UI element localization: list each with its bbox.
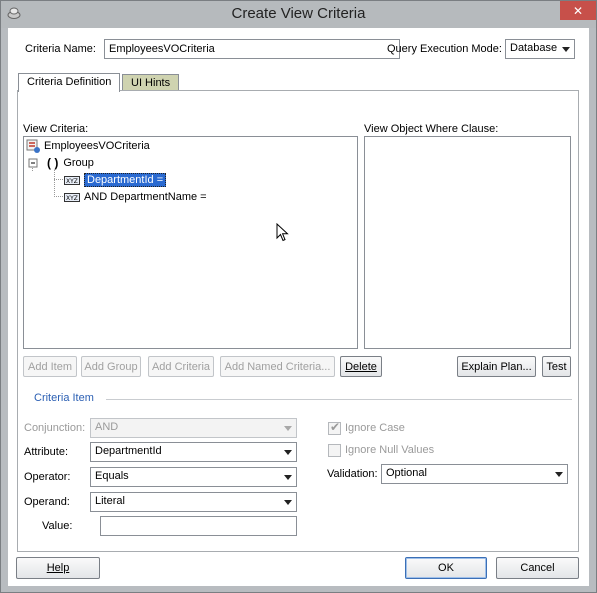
criteria-name-label: Criteria Name: [25, 43, 96, 55]
section-divider [106, 399, 572, 400]
close-button[interactable]: ✕ [560, 1, 596, 20]
add-named-criteria-button[interactable]: Add Named Criteria... [220, 356, 335, 377]
dialog-footer: Help OK Cancel [8, 552, 589, 586]
tree-item-departmentid[interactable]: XYZ DepartmentId = [64, 173, 167, 187]
tree-item-label: AND DepartmentName = [84, 191, 207, 203]
add-item-button[interactable]: Add Item [23, 356, 77, 377]
view-criteria-label: View Criteria: [23, 123, 89, 135]
ignore-null-values-label: Ignore Null Values [345, 444, 435, 456]
add-criteria-button[interactable]: Add Criteria [148, 356, 214, 377]
checkmark-icon: ✔ [330, 420, 341, 434]
operator-select[interactable]: Equals [90, 467, 297, 487]
validation-select[interactable]: Optional [381, 464, 568, 484]
conjunction-value: AND [95, 421, 119, 433]
tab-label: UI Hints [131, 77, 171, 89]
tree-root-label: EmployeesVOCriteria [44, 140, 150, 152]
value-input[interactable] [100, 516, 297, 536]
criteria-item-icon: XYZ [64, 192, 80, 202]
conjunction-select[interactable]: AND [90, 418, 297, 438]
chevron-down-icon [284, 426, 292, 431]
window-title: Create View Criteria [231, 5, 366, 22]
operator-label: Operator: [24, 471, 71, 483]
chevron-down-icon [284, 500, 292, 505]
query-mode-value: Database [510, 42, 558, 54]
query-mode-select[interactable]: Database [505, 39, 575, 59]
dialog-content: Criteria Name: Query Execution Mode: Dat… [8, 28, 589, 586]
tree-item-label: DepartmentId = [84, 173, 167, 187]
ignore-case-label: Ignore Case [345, 422, 405, 434]
validation-label: Validation: [327, 468, 378, 480]
ignore-null-values-checkbox[interactable] [328, 444, 341, 457]
tab-criteria-definition[interactable]: Criteria Definition [18, 73, 121, 92]
delete-button[interactable]: Delete [340, 356, 382, 377]
explain-plan-button[interactable]: Explain Plan... [457, 356, 536, 377]
add-group-button[interactable]: Add Group [81, 356, 141, 377]
mouse-pointer-icon [276, 223, 289, 242]
attribute-label: Attribute: [24, 446, 69, 458]
where-clause-label: View Object Where Clause: [364, 123, 499, 135]
operand-label: Operand: [24, 496, 70, 508]
tree-root[interactable]: EmployeesVOCriteria [26, 139, 150, 153]
where-clause-box[interactable] [364, 136, 571, 349]
help-button[interactable]: Help [16, 557, 100, 579]
conjunction-label: Conjunction: [24, 422, 86, 434]
cancel-button[interactable]: Cancel [496, 557, 579, 579]
criteria-name-input[interactable] [104, 39, 400, 59]
operand-value: Literal [95, 495, 125, 507]
tree-item-departmentname[interactable]: XYZ AND DepartmentName = [64, 191, 207, 203]
attribute-value: DepartmentId [95, 445, 162, 457]
tree-collapse-icon [28, 158, 38, 167]
view-criteria-tree[interactable]: EmployeesVOCriteria ( ) Group XYZ Depart… [23, 136, 358, 349]
value-label: Value: [42, 520, 73, 532]
chevron-down-icon [284, 475, 292, 480]
tree-connector-lines [32, 168, 64, 198]
attribute-select[interactable]: DepartmentId [90, 442, 297, 462]
svg-text:XYZ: XYZ [66, 195, 78, 202]
criteria-item-section-title: Criteria Item [34, 392, 94, 404]
chevron-down-icon [562, 47, 570, 52]
dialog-window: Create View Criteria ✕ Criteria Name: Qu… [0, 0, 597, 593]
operand-select[interactable]: Literal [90, 492, 297, 512]
chevron-down-icon [284, 450, 292, 455]
close-icon: ✕ [572, 3, 584, 18]
criteria-definition-panel: View Criteria: EmployeesVOCriteria () G… [17, 90, 579, 552]
view-criteria-icon [26, 139, 40, 153]
tab-label: Criteria Definition [27, 76, 112, 88]
operator-value: Equals [95, 470, 129, 482]
svg-text:XYZ: XYZ [66, 178, 78, 185]
ok-button[interactable]: OK [405, 557, 487, 579]
test-button[interactable]: Test [542, 356, 571, 377]
ignore-case-checkbox[interactable]: ✔ [328, 420, 341, 435]
validation-value: Optional [386, 467, 427, 479]
chevron-down-icon [555, 472, 563, 477]
query-mode-label: Query Execution Mode: [387, 43, 502, 55]
criteria-item-icon: XYZ [64, 175, 80, 185]
title-bar: Create View Criteria ✕ [1, 1, 596, 28]
